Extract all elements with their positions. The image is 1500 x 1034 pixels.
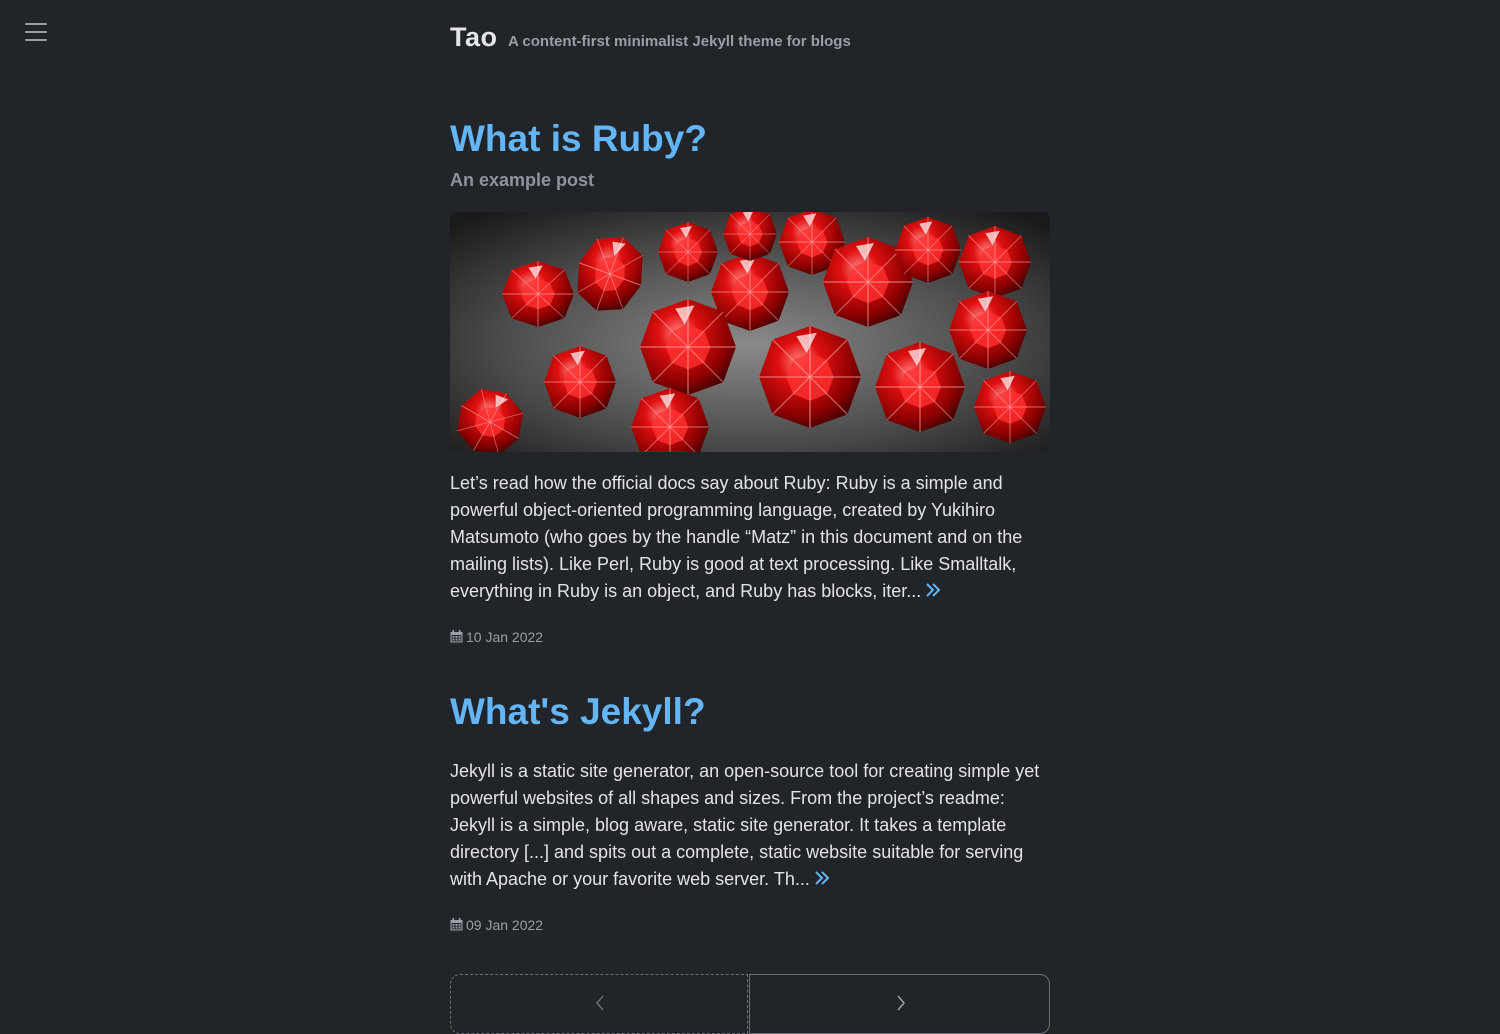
menu-bar xyxy=(25,31,47,33)
menu-bar xyxy=(25,39,47,41)
menu-bar xyxy=(25,23,47,25)
rubies-image xyxy=(450,212,1050,452)
post-image[interactable] xyxy=(450,212,1050,452)
post-title[interactable]: What is Ruby? xyxy=(450,118,707,160)
calendar-icon xyxy=(450,630,463,643)
site-title[interactable]: Tao xyxy=(450,22,498,52)
pagination-next-button[interactable] xyxy=(749,974,1050,1034)
post-date: 10 Jan 2022 xyxy=(450,629,543,645)
calendar-icon xyxy=(450,918,463,931)
site-tagline: A content-first minimalist Jekyll theme … xyxy=(507,33,851,50)
pagination xyxy=(450,974,1050,1034)
post-excerpt: Let’s read how the official docs say abo… xyxy=(450,470,1050,606)
post-subtitle: An example post xyxy=(450,170,595,190)
chevron-left-icon xyxy=(596,995,604,1011)
site-header: Tao A content-first minimalist Jekyll th… xyxy=(450,22,851,53)
double-chevron-right-icon[interactable] xyxy=(814,867,830,894)
post-date-text: 10 Jan 2022 xyxy=(466,629,544,645)
post-excerpt-text: Jekyll is a static site generator, an op… xyxy=(450,761,1040,889)
chevron-right-icon xyxy=(897,995,905,1011)
pagination-prev-button xyxy=(450,974,748,1034)
post-date: 09 Jan 2022 xyxy=(450,917,543,933)
post-excerpt: Jekyll is a static site generator, an op… xyxy=(450,758,1050,894)
post-date-text: 09 Jan 2022 xyxy=(466,917,544,933)
double-chevron-right-icon[interactable] xyxy=(925,579,941,606)
hamburger-menu-icon[interactable] xyxy=(25,22,47,42)
post-title[interactable]: What's Jekyll? xyxy=(450,691,706,733)
